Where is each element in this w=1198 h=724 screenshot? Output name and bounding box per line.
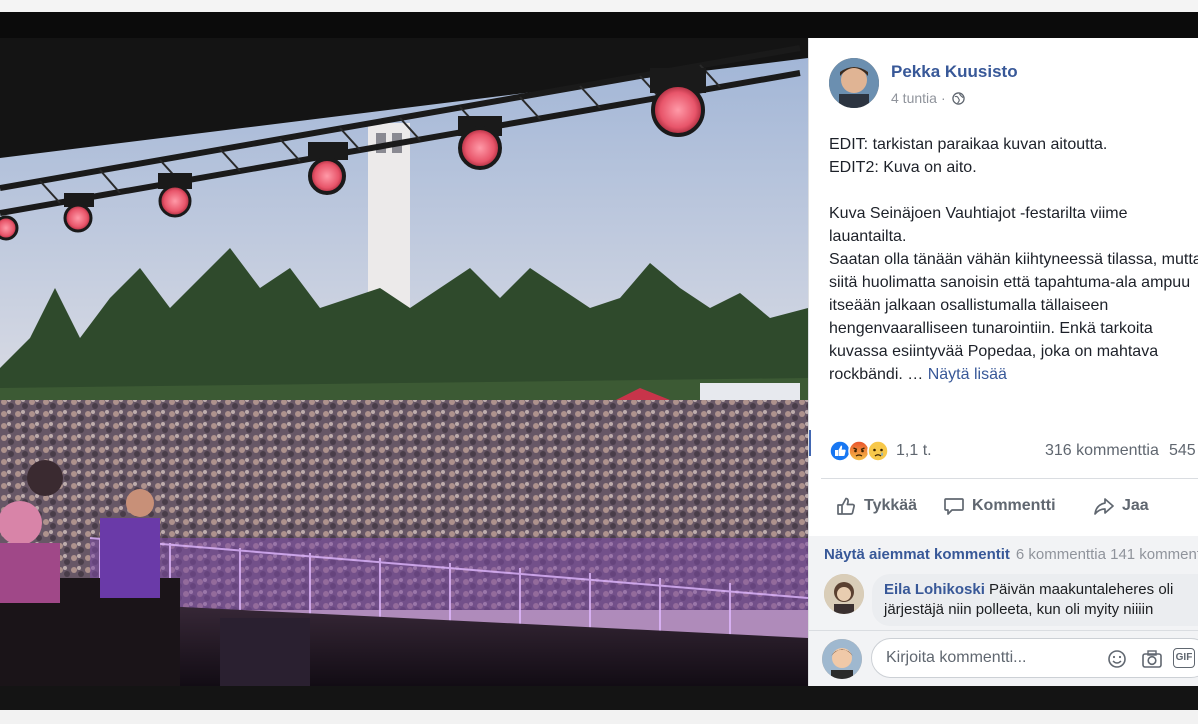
comments-count-of: 6 kommenttia 141 kommentista (1015, 546, 1198, 563)
post-line: Saatan olla tänään vähän kiihtyneessä ti… (829, 251, 1198, 268)
lightbox-backdrop-top (0, 12, 1198, 38)
post-line: lauantailta. (829, 228, 907, 245)
author-avatar[interactable] (829, 58, 879, 108)
post-message: EDIT: tarkistan paraikaa kuvan aitoutta.… (829, 133, 1198, 386)
comment-button[interactable]: Kommentti (943, 495, 1056, 517)
reactions-summary: 1,1 t. 316 kommenttia 545 jakoa (829, 438, 1198, 464)
time-separator: · (940, 90, 946, 106)
view-previous-row: Näytä aiemmat kommentit 6 kommenttia 141 … (824, 546, 1198, 563)
comment-icon (944, 498, 964, 515)
lightbox-backdrop-bottom (0, 686, 1198, 710)
post-line: EDIT: tarkistan paraikaa kuvan aitoutta. (829, 136, 1108, 153)
focus-accent (809, 430, 811, 456)
post-line: hengenvaaralliseen tunarointiin. Enkä ta… (829, 320, 1153, 337)
post-photo[interactable] (0, 38, 808, 686)
concert-photo-image (0, 38, 808, 686)
commenter-avatar[interactable] (824, 574, 864, 614)
thumbs-up-icon (837, 497, 855, 515)
page-strip-bottom (0, 710, 1198, 724)
like-button-label: Tykkää (864, 497, 918, 514)
reaction-count[interactable]: 1,1 t. (896, 442, 932, 460)
post-line-last: rockbändi. … Näytä lisää (829, 363, 1198, 386)
commenter-name-link[interactable]: Eila Lohikoski (884, 581, 985, 598)
post-line: siitä huolimatta sanoisin että tapahtuma… (829, 274, 1191, 291)
emoji-icon[interactable] (1107, 649, 1127, 669)
comment-bubble: Eila Lohikoski Päivän maakuntaleheres ol… (872, 574, 1198, 626)
browser-strip (0, 0, 1198, 12)
comment-text-line: järjestäjä niin polleeta, kun oli myity … (884, 601, 1154, 618)
gif-icon[interactable]: GIF (1173, 648, 1195, 668)
author-meta: Pekka Kuusisto 4 tuntia · (891, 62, 1018, 108)
see-more-link[interactable]: Näytä lisää (928, 366, 1007, 383)
comment-count-link[interactable]: 316 kommenttia (1045, 442, 1159, 460)
comment-button-label: Kommentti (972, 497, 1056, 514)
post-actions: Tykkää Kommentti Jaa (829, 491, 1198, 521)
share-count-link[interactable]: 545 jakoa (1169, 442, 1198, 460)
post-line: kuvassa esiintyvää Popedaa, joka on maht… (829, 343, 1159, 360)
divider (821, 478, 1198, 479)
post-line-blank (829, 179, 1198, 202)
sad-icon (867, 440, 889, 462)
globe-icon[interactable] (951, 91, 965, 105)
share-arrow-icon (1094, 498, 1114, 515)
lightbox: Pekka Kuusisto 4 tuntia · EDIT: tarkista… (0, 0, 1198, 724)
comment-item: Eila Lohikoski Päivän maakuntaleheres ol… (824, 574, 1198, 626)
my-avatar-image (822, 639, 862, 679)
post-timestamp[interactable]: 4 tuntia (891, 90, 937, 106)
post-line: Kuva Seinäjoen Vauhtiajot -festarilta vi… (829, 205, 1128, 222)
camera-icon[interactable] (1141, 649, 1163, 669)
post-side-panel: Pekka Kuusisto 4 tuntia · EDIT: tarkista… (808, 38, 1198, 686)
like-button[interactable]: Tykkää (835, 495, 917, 517)
post-line: itseään jalkaan osallistumalla tällaisee… (829, 297, 1109, 314)
comment-text-line: Päivän maakuntaleheres oli (989, 581, 1174, 598)
view-previous-comments-link[interactable]: Näytä aiemmat kommentit (824, 546, 1010, 563)
post-header: Pekka Kuusisto 4 tuntia · (829, 58, 1018, 108)
author-name-link[interactable]: Pekka Kuusisto (891, 62, 1018, 82)
post-time-row: 4 tuntia · (891, 90, 1018, 106)
comment-composer: GIF (809, 630, 1198, 686)
share-button-label: Jaa (1122, 497, 1149, 514)
author-avatar-image (829, 58, 879, 108)
post-line: EDIT2: Kuva on aito. (829, 159, 977, 176)
my-avatar (822, 639, 862, 679)
reaction-icons[interactable] (829, 440, 889, 462)
post-last-line: rockbändi. … (829, 366, 924, 383)
share-button[interactable]: Jaa (1093, 495, 1149, 517)
commenter-avatar-image (824, 574, 864, 614)
